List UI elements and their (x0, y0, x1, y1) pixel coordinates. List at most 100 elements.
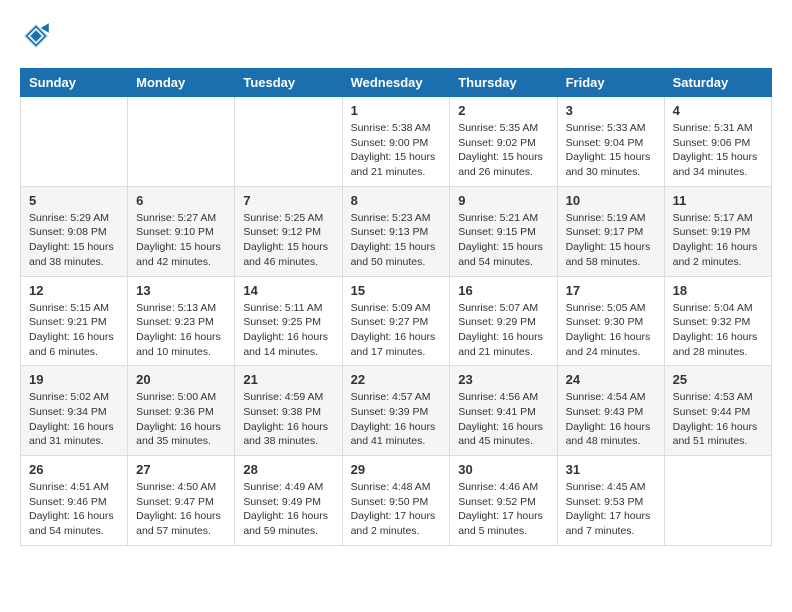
calendar-cell: 2 Sunrise: 5:35 AM Sunset: 9:02 PM Daylig… (450, 97, 557, 187)
day-info: Sunrise: 4:57 AM Sunset: 9:39 PM Dayligh… (351, 390, 442, 449)
day-info: Sunrise: 5:33 AM Sunset: 9:04 PM Dayligh… (566, 121, 656, 180)
day-header-tuesday: Tuesday (235, 69, 342, 97)
day-info: Sunrise: 4:53 AM Sunset: 9:44 PM Dayligh… (673, 390, 763, 449)
day-info: Sunrise: 5:27 AM Sunset: 9:10 PM Dayligh… (136, 211, 226, 270)
day-number: 15 (351, 283, 442, 298)
week-row-5: 26 Sunrise: 4:51 AM Sunset: 9:46 PM Dayli… (21, 456, 772, 546)
day-number: 1 (351, 103, 442, 118)
day-number: 30 (458, 462, 548, 477)
days-header-row: SundayMondayTuesdayWednesdayThursdayFrid… (21, 69, 772, 97)
calendar-cell: 23 Sunrise: 4:56 AM Sunset: 9:41 PM Dayli… (450, 366, 557, 456)
week-row-2: 5 Sunrise: 5:29 AM Sunset: 9:08 PM Daylig… (21, 186, 772, 276)
calendar-cell: 12 Sunrise: 5:15 AM Sunset: 9:21 PM Dayli… (21, 276, 128, 366)
day-number: 20 (136, 372, 226, 387)
day-number: 4 (673, 103, 763, 118)
calendar-cell: 14 Sunrise: 5:11 AM Sunset: 9:25 PM Dayli… (235, 276, 342, 366)
day-number: 12 (29, 283, 119, 298)
calendar-cell: 22 Sunrise: 4:57 AM Sunset: 9:39 PM Dayli… (342, 366, 450, 456)
day-info: Sunrise: 5:11 AM Sunset: 9:25 PM Dayligh… (243, 301, 333, 360)
day-info: Sunrise: 4:54 AM Sunset: 9:43 PM Dayligh… (566, 390, 656, 449)
calendar-cell: 1 Sunrise: 5:38 AM Sunset: 9:00 PM Daylig… (342, 97, 450, 187)
day-number: 29 (351, 462, 442, 477)
day-number: 14 (243, 283, 333, 298)
day-info: Sunrise: 4:51 AM Sunset: 9:46 PM Dayligh… (29, 480, 119, 539)
week-row-3: 12 Sunrise: 5:15 AM Sunset: 9:21 PM Dayli… (21, 276, 772, 366)
day-number: 25 (673, 372, 763, 387)
calendar-cell: 27Sunrise: 4:50 AM Sunset: 9:47 PM Dayli… (128, 456, 235, 546)
calendar-cell (21, 97, 128, 187)
day-header-sunday: Sunday (21, 69, 128, 97)
day-info: Sunrise: 5:19 AM Sunset: 9:17 PM Dayligh… (566, 211, 656, 270)
calendar-cell: 21 Sunrise: 4:59 AM Sunset: 9:38 PM Dayli… (235, 366, 342, 456)
calendar-cell: 8Sunrise: 5:23 AM Sunset: 9:13 PM Daylig… (342, 186, 450, 276)
day-number: 13 (136, 283, 226, 298)
day-info: Sunrise: 4:50 AM Sunset: 9:47 PM Dayligh… (136, 480, 226, 539)
week-row-1: 1 Sunrise: 5:38 AM Sunset: 9:00 PM Daylig… (21, 97, 772, 187)
day-info: Sunrise: 5:00 AM Sunset: 9:36 PM Dayligh… (136, 390, 226, 449)
calendar-cell: 15 Sunrise: 5:09 AM Sunset: 9:27 PM Dayli… (342, 276, 450, 366)
calendar-cell: 24 Sunrise: 4:54 AM Sunset: 9:43 PM Dayli… (557, 366, 664, 456)
calendar-cell: 11 Sunrise: 5:17 AM Sunset: 9:19 PM Dayli… (664, 186, 771, 276)
page-header (20, 20, 772, 52)
calendar-cell: 5 Sunrise: 5:29 AM Sunset: 9:08 PM Daylig… (21, 186, 128, 276)
calendar-cell: 6 Sunrise: 5:27 AM Sunset: 9:10 PM Daylig… (128, 186, 235, 276)
day-number: 2 (458, 103, 548, 118)
calendar-cell: 18Sunrise: 5:04 AM Sunset: 9:32 PM Dayli… (664, 276, 771, 366)
day-info: Sunrise: 4:56 AM Sunset: 9:41 PM Dayligh… (458, 390, 548, 449)
calendar-cell: 30 Sunrise: 4:46 AM Sunset: 9:52 PM Dayli… (450, 456, 557, 546)
day-number: 26 (29, 462, 119, 477)
calendar-cell: 13 Sunrise: 5:13 AM Sunset: 9:23 PM Dayli… (128, 276, 235, 366)
day-number: 23 (458, 372, 548, 387)
day-info: Sunrise: 4:48 AM Sunset: 9:50 PM Dayligh… (351, 480, 442, 539)
calendar-table: SundayMondayTuesdayWednesdayThursdayFrid… (20, 68, 772, 546)
calendar-cell: 28 Sunrise: 4:49 AM Sunset: 9:49 PM Dayli… (235, 456, 342, 546)
calendar-cell (664, 456, 771, 546)
calendar-cell: 7Sunrise: 5:25 AM Sunset: 9:12 PM Daylig… (235, 186, 342, 276)
day-info: Sunrise: 5:17 AM Sunset: 9:19 PM Dayligh… (673, 211, 763, 270)
day-info: Sunrise: 5:21 AM Sunset: 9:15 PM Dayligh… (458, 211, 548, 270)
calendar-cell: 31Sunrise: 4:45 AM Sunset: 9:53 PM Dayli… (557, 456, 664, 546)
day-number: 28 (243, 462, 333, 477)
day-header-monday: Monday (128, 69, 235, 97)
day-number: 24 (566, 372, 656, 387)
day-info: Sunrise: 5:38 AM Sunset: 9:00 PM Dayligh… (351, 121, 442, 180)
calendar-cell: 9 Sunrise: 5:21 AM Sunset: 9:15 PM Daylig… (450, 186, 557, 276)
week-row-4: 19 Sunrise: 5:02 AM Sunset: 9:34 PM Dayli… (21, 366, 772, 456)
day-header-friday: Friday (557, 69, 664, 97)
day-info: Sunrise: 5:29 AM Sunset: 9:08 PM Dayligh… (29, 211, 119, 270)
day-number: 16 (458, 283, 548, 298)
calendar-cell: 17 Sunrise: 5:05 AM Sunset: 9:30 PM Dayli… (557, 276, 664, 366)
day-number: 22 (351, 372, 442, 387)
calendar-cell: 4 Sunrise: 5:31 AM Sunset: 9:06 PM Daylig… (664, 97, 771, 187)
calendar-cell (128, 97, 235, 187)
day-info: Sunrise: 5:13 AM Sunset: 9:23 PM Dayligh… (136, 301, 226, 360)
day-number: 9 (458, 193, 548, 208)
day-number: 5 (29, 193, 119, 208)
day-number: 19 (29, 372, 119, 387)
day-number: 11 (673, 193, 763, 208)
day-info: Sunrise: 4:49 AM Sunset: 9:49 PM Dayligh… (243, 480, 333, 539)
day-info: Sunrise: 5:35 AM Sunset: 9:02 PM Dayligh… (458, 121, 548, 180)
day-info: Sunrise: 5:23 AM Sunset: 9:13 PM Dayligh… (351, 211, 442, 270)
day-number: 21 (243, 372, 333, 387)
day-info: Sunrise: 5:05 AM Sunset: 9:30 PM Dayligh… (566, 301, 656, 360)
calendar-cell: 25 Sunrise: 4:53 AM Sunset: 9:44 PM Dayli… (664, 366, 771, 456)
calendar-cell: 3Sunrise: 5:33 AM Sunset: 9:04 PM Daylig… (557, 97, 664, 187)
day-header-thursday: Thursday (450, 69, 557, 97)
calendar-cell: 19 Sunrise: 5:02 AM Sunset: 9:34 PM Dayli… (21, 366, 128, 456)
day-info: Sunrise: 5:02 AM Sunset: 9:34 PM Dayligh… (29, 390, 119, 449)
day-info: Sunrise: 4:46 AM Sunset: 9:52 PM Dayligh… (458, 480, 548, 539)
day-info: Sunrise: 5:31 AM Sunset: 9:06 PM Dayligh… (673, 121, 763, 180)
day-info: Sunrise: 4:59 AM Sunset: 9:38 PM Dayligh… (243, 390, 333, 449)
day-number: 18 (673, 283, 763, 298)
calendar-cell: 20 Sunrise: 5:00 AM Sunset: 9:36 PM Dayli… (128, 366, 235, 456)
day-number: 7 (243, 193, 333, 208)
logo (20, 20, 58, 52)
day-info: Sunrise: 4:45 AM Sunset: 9:53 PM Dayligh… (566, 480, 656, 539)
day-number: 17 (566, 283, 656, 298)
day-info: Sunrise: 5:15 AM Sunset: 9:21 PM Dayligh… (29, 301, 119, 360)
day-info: Sunrise: 5:09 AM Sunset: 9:27 PM Dayligh… (351, 301, 442, 360)
calendar-cell: 29 Sunrise: 4:48 AM Sunset: 9:50 PM Dayli… (342, 456, 450, 546)
day-number: 6 (136, 193, 226, 208)
calendar-cell: 26 Sunrise: 4:51 AM Sunset: 9:46 PM Dayli… (21, 456, 128, 546)
